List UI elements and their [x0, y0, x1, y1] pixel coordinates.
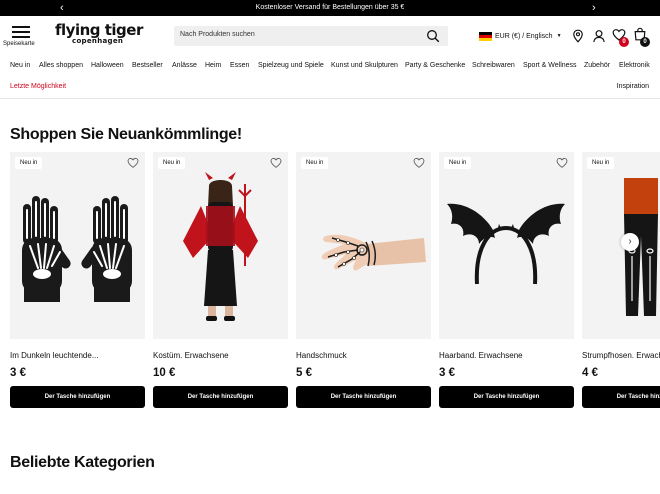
nav-item-halloween[interactable]: Halloween [91, 62, 124, 69]
product-card[interactable]: Neu in Kostüm. Erwachsene 10 € Der Tasch… [153, 152, 288, 410]
devil-costume-image [183, 172, 258, 321]
nav-item-food[interactable]: Essen [230, 62, 249, 69]
menu-icon [12, 26, 30, 38]
promo-message: Kostenloser Versand für Bestellungen übe… [255, 4, 405, 11]
nav-item-accessories[interactable]: Zubehör [584, 62, 610, 69]
new-badge: Neu in [158, 157, 186, 169]
add-to-bag-button[interactable]: Der Tasche hinzufügen [439, 386, 574, 408]
popular-categories-title: Beliebte Kategorien [10, 454, 155, 471]
site-logo[interactable]: flying tiger copenhagen [55, 22, 147, 50]
skeleton-gloves-image [22, 196, 132, 302]
nav-item-electronics[interactable]: Elektronik [619, 62, 650, 69]
new-badge: Neu in [301, 157, 329, 169]
product-price: 4 € [582, 367, 598, 379]
product-name[interactable]: Kostüm. Erwachsene [153, 351, 229, 360]
main-nav: Neu in Alles shoppen Halloween Bestselle… [0, 59, 660, 75]
product-name[interactable]: Handschmuck [296, 351, 347, 360]
skeleton-tights-image [624, 178, 658, 316]
cart-count: 0 [643, 39, 647, 45]
wishlist-count: 0 [622, 39, 626, 45]
menu-label: Speisekarte [3, 41, 35, 47]
location-icon[interactable] [571, 29, 585, 43]
product-card[interactable]: Neu in Haarband. Erwachsene 3 € Der Tasc… [439, 152, 574, 410]
locale-label: EUR (€) / Englisch [495, 32, 553, 40]
nav-item-stationery[interactable]: Schreibwaren [472, 62, 515, 69]
logo-wordmark: flying tiger [55, 21, 143, 39]
nav-item-party-gifts[interactable]: Party & Geschenke [405, 62, 465, 69]
new-badge: Neu in [15, 157, 43, 169]
locale-selector[interactable]: EUR (€) / Englisch ▼ [479, 30, 562, 42]
new-arrivals-title: Shoppen Sie Neuankömmlinge! [10, 126, 242, 143]
user-icon[interactable] [592, 29, 606, 43]
heart-icon[interactable] [270, 157, 282, 169]
header-divider [0, 98, 660, 99]
nav-item-shop-all[interactable]: Alles shoppen [39, 62, 83, 69]
product-image[interactable]: Neu in [10, 152, 145, 339]
promo-next-button[interactable]: › [592, 0, 596, 16]
product-name[interactable]: Haarband. Erwachsene [439, 351, 523, 360]
product-price: 10 € [153, 367, 176, 379]
chevron-right-icon: › [628, 236, 632, 247]
promo-bar: ‹ Kostenloser Versand für Bestellungen ü… [0, 0, 660, 16]
product-price: 5 € [296, 367, 312, 379]
product-image[interactable]: Neu in [296, 152, 431, 339]
new-badge: Neu in [587, 157, 615, 169]
nav-item-art[interactable]: Kunst und Skulpturen [331, 62, 398, 69]
germany-flag-icon [479, 31, 492, 41]
add-to-bag-button[interactable]: Der Tasche hinzufügen [296, 386, 431, 408]
chevron-down-icon: ▼ [556, 33, 562, 39]
add-to-bag-button[interactable]: Der Tasche hinzufügen [582, 386, 660, 408]
heart-icon[interactable] [413, 157, 425, 169]
nav-item-bestseller[interactable]: Bestseller [132, 62, 163, 69]
nav-item-new[interactable]: Neu in [10, 62, 30, 69]
search-placeholder: Nach Produkten suchen [180, 31, 255, 38]
add-to-bag-button[interactable]: Der Tasche hinzufügen [10, 386, 145, 408]
nav-item-toys-games[interactable]: Spielzeug und Spiele [258, 62, 324, 69]
carousel-next-button[interactable]: › [621, 233, 639, 251]
search-input[interactable]: Nach Produkten suchen [174, 26, 448, 46]
product-image[interactable]: Neu in [439, 152, 574, 339]
menu-button[interactable]: Speisekarte [3, 24, 39, 54]
product-price: 3 € [10, 367, 26, 379]
bat-headband-image [447, 203, 565, 285]
heart-icon[interactable] [127, 157, 139, 169]
hand-jewelry-image [321, 234, 426, 271]
inspiration-link[interactable]: Inspiration [617, 83, 649, 90]
nav-item-home[interactable]: Heim [205, 62, 221, 69]
product-card[interactable]: Neu in Im Dunkeln leuchtende... 3 € Der … [10, 152, 145, 410]
new-badge: Neu in [444, 157, 472, 169]
site-header: Speisekarte flying tiger copenhagen Nach… [0, 16, 660, 58]
last-chance-link[interactable]: Letzte Möglichkeit [10, 83, 66, 90]
product-card[interactable]: Neu in Handschmuck 5 € Der Tasche hinzuf… [296, 152, 431, 410]
add-to-bag-button[interactable]: Der Tasche hinzufügen [153, 386, 288, 408]
product-image[interactable]: Neu in [153, 152, 288, 339]
nav-item-sport[interactable]: Sport & Wellness [523, 62, 577, 69]
heart-icon[interactable] [556, 157, 568, 169]
wishlist-count-badge: 0 [619, 37, 629, 47]
sub-nav: Letzte Möglichkeit Inspiration [0, 81, 660, 97]
cart-count-badge: 0 [640, 37, 650, 47]
product-price: 3 € [439, 367, 455, 379]
search-icon[interactable] [426, 29, 440, 43]
logo-subline: copenhagen [72, 37, 124, 45]
product-card[interactable]: Neu in Strumpfhosen. Erwachsene 4 € Der … [582, 152, 660, 410]
nav-item-occasions[interactable]: Anlässe [172, 62, 197, 69]
product-name[interactable]: Im Dunkeln leuchtende... [10, 351, 99, 360]
product-name[interactable]: Strumpfhosen. Erwachsene [582, 351, 660, 360]
